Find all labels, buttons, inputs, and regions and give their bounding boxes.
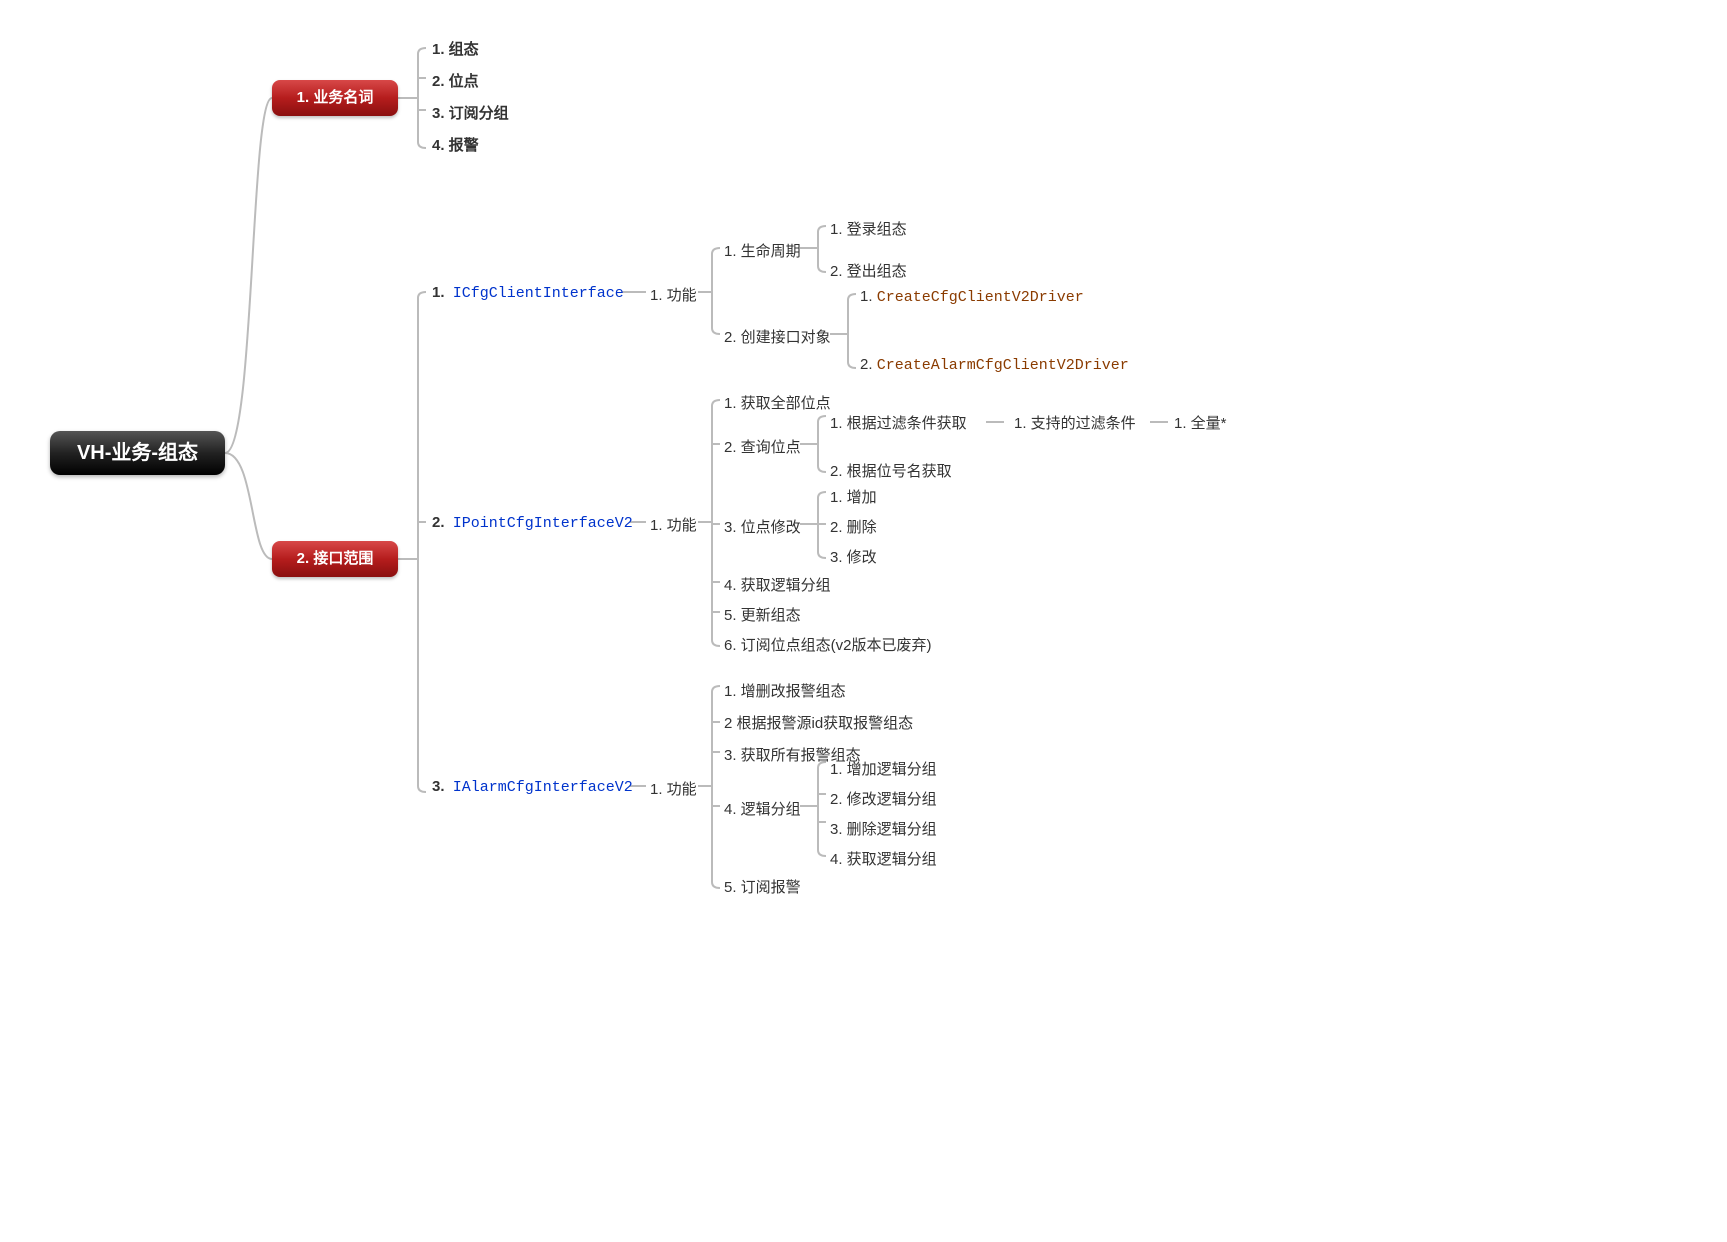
if3-2: 2 根据报警源id获取报警组态	[724, 712, 913, 733]
if1-life: 1. 生命周期	[724, 240, 801, 261]
if3: 3. IAlarmCfgInterfaceV2	[432, 778, 633, 796]
if1-create-1: 1. CreateCfgClientV2Driver	[860, 288, 1084, 306]
if3-4-1: 1. 增加逻辑分组	[830, 758, 937, 779]
if2-fn: 1. 功能	[650, 514, 697, 535]
term-1: 1. 组态	[432, 38, 483, 59]
if3-4-3: 3. 删除逻辑分组	[830, 818, 937, 839]
if1-life-2: 2. 登出组态	[830, 260, 907, 281]
if2-2-2: 2. 根据位号名获取	[830, 460, 952, 481]
root-node: VH-业务-组态	[50, 431, 225, 475]
if2-1: 1. 获取全部位点	[724, 392, 831, 413]
if3-fn: 1. 功能	[650, 778, 697, 799]
if3-1: 1. 增删改报警组态	[724, 680, 846, 701]
connector-layer	[0, 0, 1727, 1242]
if3-4: 4. 逻辑分组	[724, 798, 801, 819]
if2-2-1-1-1: 1. 全量*	[1174, 412, 1227, 433]
if2-5: 5. 更新组态	[724, 604, 801, 625]
if2-3-2: 2. 删除	[830, 516, 877, 537]
if2-3-3: 3. 修改	[830, 546, 877, 567]
if2-6: 6. 订阅位点组态(v2版本已废弃)	[724, 634, 932, 655]
if3-5: 5. 订阅报警	[724, 876, 801, 897]
if1: 1. ICfgClientInterface	[432, 284, 624, 302]
if2-2: 2. 查询位点	[724, 436, 801, 457]
if3-4-2: 2. 修改逻辑分组	[830, 788, 937, 809]
branch-interfaces: 2. 接口范围	[272, 541, 398, 577]
if1-fn: 1. 功能	[650, 284, 697, 305]
if2-3-1: 1. 增加	[830, 486, 877, 507]
if1-create-2: 2. CreateAlarmCfgClientV2Driver	[860, 356, 1129, 374]
term-4: 4. 报警	[432, 134, 483, 155]
branch-terms: 1. 业务名词	[272, 80, 398, 116]
if2-2-1-1: 1. 支持的过滤条件	[1014, 412, 1136, 433]
if1-life-1: 1. 登录组态	[830, 218, 907, 239]
if2-3: 3. 位点修改	[724, 516, 801, 537]
if2-4: 4. 获取逻辑分组	[724, 574, 831, 595]
if2-2-1: 1. 根据过滤条件获取	[830, 412, 967, 433]
if2: 2. IPointCfgInterfaceV2	[432, 514, 633, 532]
term-3: 3. 订阅分组	[432, 102, 513, 123]
if3-4-4: 4. 获取逻辑分组	[830, 848, 937, 869]
term-2: 2. 位点	[432, 70, 483, 91]
if1-create: 2. 创建接口对象	[724, 326, 831, 347]
